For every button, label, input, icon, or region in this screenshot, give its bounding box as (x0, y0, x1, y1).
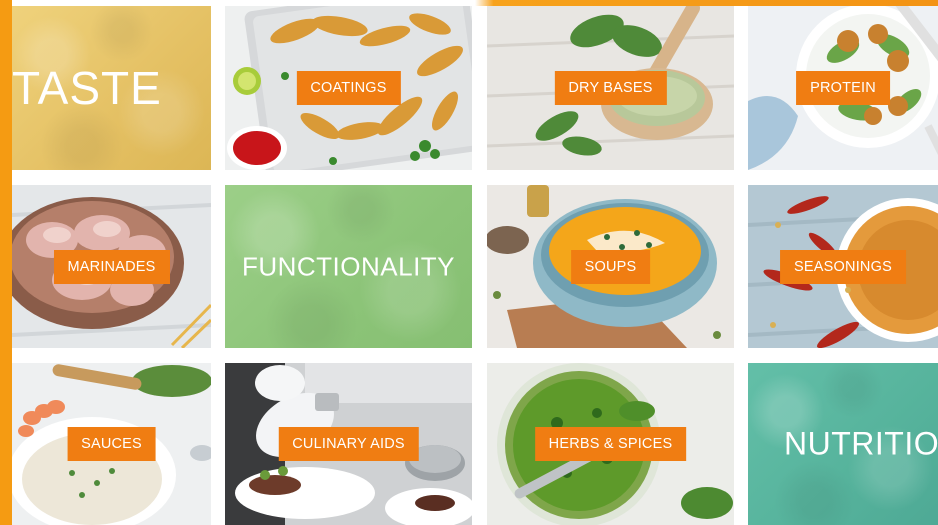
sauces-label: SAUCES (67, 427, 156, 461)
tile-protein[interactable]: PROTEIN (748, 6, 938, 170)
coatings-label: COATINGS (296, 71, 401, 105)
tile-sauces[interactable]: SAUCES (12, 363, 211, 525)
nutrition-heading: NUTRITIO (784, 425, 938, 462)
tile-marinades[interactable]: MARINADES (12, 185, 211, 348)
tile-seasonings[interactable]: SEASONINGS (748, 185, 938, 348)
tile-taste[interactable]: TASTE (12, 6, 211, 170)
tile-herbs-spices[interactable]: HERBS & SPICES (487, 363, 734, 525)
protein-label: PROTEIN (796, 71, 890, 105)
tile-coatings[interactable]: COATINGS (225, 6, 472, 170)
functionality-heading: FUNCTIONALITY (241, 251, 456, 281)
culinary-aids-label: CULINARY AIDS (278, 427, 419, 461)
dry-bases-label: DRY BASES (554, 71, 667, 105)
tile-culinary-aids[interactable]: CULINARY AIDS (225, 363, 472, 525)
tile-functionality[interactable]: FUNCTIONALITY (225, 185, 472, 348)
tile-dry-bases[interactable]: DRY BASES (487, 6, 734, 170)
tile-nutrition[interactable]: NUTRITIO (748, 363, 938, 525)
soups-label: SOUPS (570, 249, 651, 284)
marinades-label: MARINADES (53, 249, 170, 284)
taste-heading: TASTE (12, 62, 162, 114)
left-accent-bar (0, 0, 12, 525)
seasonings-label: SEASONINGS (780, 249, 906, 284)
tile-soups[interactable]: SOUPS (487, 185, 734, 348)
herbs-spices-label: HERBS & SPICES (534, 427, 687, 461)
